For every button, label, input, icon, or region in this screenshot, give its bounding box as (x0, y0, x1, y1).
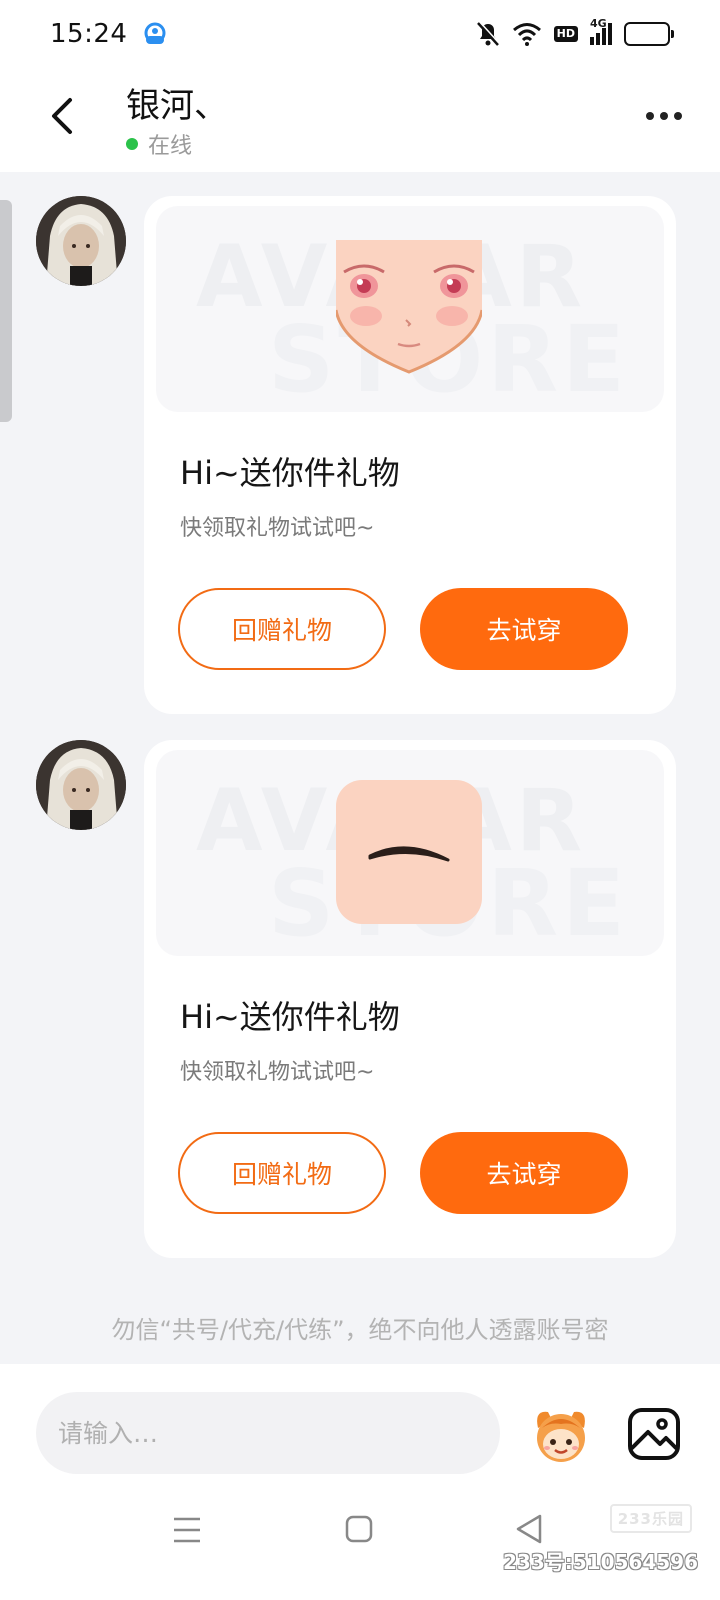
try-on-button[interactable]: 去试穿 (420, 588, 628, 670)
input-bar (0, 1364, 720, 1474)
face-item-image (336, 240, 482, 374)
return-gift-button[interactable]: 回赠礼物 (178, 1132, 386, 1214)
gift-title: Hi~送你件礼物 (180, 454, 400, 492)
signal-4g-icon: 4G (590, 17, 612, 45)
cloud-app-icon (141, 20, 169, 48)
sender-avatar[interactable] (36, 740, 126, 830)
eyebrow-item-image (336, 780, 482, 924)
menu-icon[interactable] (172, 1514, 202, 1546)
scrollbar[interactable] (0, 200, 12, 422)
back-button[interactable] (40, 94, 84, 138)
more-dot (674, 112, 682, 120)
status-bar: 15:24 HD 4G (0, 0, 720, 68)
chat-message-list[interactable]: AVATAR STORE Hi~送你件礼物 快领取礼物试试吧~ 回赠礼物 (0, 172, 720, 1364)
watermark-logo: 233乐园 (609, 1504, 692, 1533)
system-nav-bar: 233乐园 233号:510564596 (0, 1474, 720, 1600)
mute-icon (476, 21, 500, 47)
watermark-id: 233号:510564596 (503, 1550, 698, 1574)
hd-icon: HD (553, 26, 578, 42)
more-button[interactable] (636, 98, 692, 134)
gift-title: Hi~送你件礼物 (180, 998, 400, 1036)
safety-notice: 勿信“共号/代充/代练”，绝不向他人透露账号密 (111, 1316, 609, 1344)
return-gift-button[interactable]: 回赠礼物 (178, 588, 386, 670)
back-triangle-icon[interactable] (514, 1512, 544, 1546)
wifi-icon (512, 22, 542, 46)
message-input[interactable] (36, 1392, 500, 1474)
mascot-emoji-icon[interactable] (528, 1402, 594, 1468)
image-icon[interactable] (626, 1406, 682, 1462)
contact-name[interactable]: 银河、 (126, 78, 228, 127)
gift-message-card: AVATAR STORE Hi~送你件礼物 快领取礼物试试吧~ 回赠礼物 (144, 196, 676, 714)
gift-subtitle: 快领取礼物试试吧~ (180, 516, 375, 541)
more-dot (660, 112, 668, 120)
gift-preview: AVATAR STORE (156, 750, 664, 956)
status-time: 15:24 (50, 19, 128, 49)
gift-preview: AVATAR STORE (156, 206, 664, 412)
status-icons: HD 4G (476, 17, 674, 47)
gift-message-card: AVATAR STORE Hi~送你件礼物 快领取礼物试试吧~ 回赠礼物 去试穿 (144, 740, 676, 1258)
battery-icon (624, 22, 674, 46)
chat-header: 银河、 在线 (0, 68, 720, 172)
online-status-text: 在线 (148, 134, 193, 159)
network-type-label: 4G (590, 17, 607, 30)
chevron-left-icon (52, 98, 72, 134)
online-dot-icon (126, 138, 138, 150)
sender-avatar[interactable] (36, 196, 126, 286)
gift-subtitle: 快领取礼物试试吧~ (180, 1060, 375, 1085)
more-dot (646, 112, 654, 120)
home-icon[interactable] (344, 1512, 374, 1546)
try-on-button[interactable]: 去试穿 (420, 1132, 628, 1214)
online-status: 在线 (126, 128, 192, 160)
